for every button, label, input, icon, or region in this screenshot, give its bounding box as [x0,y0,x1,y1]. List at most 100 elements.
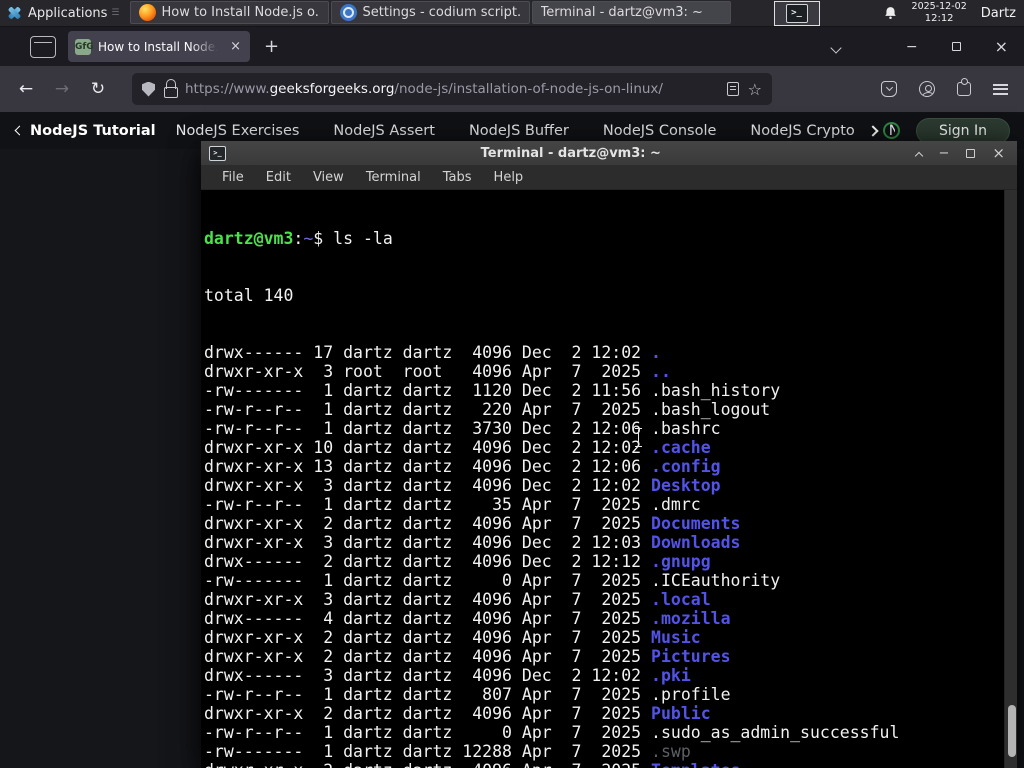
site-favicon: GfG [75,38,94,55]
terminal-launcher-icon: >_ [785,3,808,23]
shade-button[interactable] [914,144,923,163]
bookmark-star-icon[interactable]: ☆ [748,80,762,99]
ls-filename: .cache [651,438,711,457]
ls-row: drwxr-xr-x 2 dartz dartz 4096 Apr 7 2025… [204,704,711,723]
ls-filename: .profile [651,685,731,704]
ls-filename: .bash_logout [651,400,771,419]
site-nav-link[interactable]: NodeJS Crypto [750,123,854,139]
tab-close-icon[interactable]: × [228,39,243,54]
list-all-tabs-icon[interactable] [830,37,842,56]
ls-filename: .bash_history [651,381,781,400]
nav-back-link[interactable]: NodeJS Tutorial [14,123,156,139]
ls-row: drwx------ 4 dartz dartz 4096 Apr 7 2025… [204,609,731,628]
ls-row: drwxr-xr-x 2 dartz dartz 4096 Apr 7 2025… [204,647,731,666]
lock-icon[interactable] [164,79,178,98]
url-bar[interactable]: https://www.geeksforgeeks.org/node-js/in… [132,73,772,105]
url-text[interactable]: https://www.geeksforgeeks.org/node-js/in… [185,81,718,97]
extensions-icon[interactable] [957,78,971,96]
ls-filename: Public [651,704,711,723]
ls-filename: .mozilla [651,609,731,628]
ls-row: -rw-r--r-- 1 dartz dartz 807 Apr 7 2025 … [204,685,731,704]
firefox-view-icon[interactable] [30,35,56,58]
ls-filename: .gnupg [651,552,711,571]
tab-title: How to Install Node.js on [98,39,222,54]
search-icon[interactable] [883,122,900,139]
terminal-title-bar[interactable]: >_ Terminal - dartz@vm3: ~ − × [201,141,1017,165]
clock-time: 12:12 [924,12,954,24]
terminal-menu-terminal[interactable]: Terminal [355,170,432,185]
terminal-minimize-button[interactable]: − [939,147,950,160]
terminal-window: >_ Terminal - dartz@vm3: ~ − × File Edit V… [201,141,1017,768]
forward-button[interactable]: → [46,74,78,104]
account-icon[interactable] [919,81,935,97]
clock-date: 2025-12-02 [911,0,967,12]
maximize-button[interactable] [951,42,961,51]
applications-menu[interactable]: Applications ☰ [0,0,129,26]
site-nav-link[interactable]: NodeJS Assert [333,123,435,139]
ls-filename: Music [651,628,701,647]
applications-menu-label: Applications [28,5,108,21]
total-line: total 140 [204,286,294,305]
ls-filename: . [651,343,661,362]
back-button[interactable]: ← [10,74,42,104]
ls-row: -rw------- 1 dartz dartz 12288 Apr 7 202… [204,742,691,761]
ls-row: drwxr-xr-x 3 dartz dartz 4096 Dec 2 12:0… [204,533,741,552]
browser-tab[interactable]: GfG How to Install Node.js on × [68,31,250,62]
tracking-shield-icon[interactable] [142,81,155,97]
ls-filename: Downloads [651,533,741,552]
ls-filename: .dmrc [651,495,701,514]
site-nav-link[interactable]: NodeJS Buffer [469,123,569,139]
terminal-maximize-button[interactable] [966,148,976,158]
prompt-line: dartz@vm3:~$ ls -la [204,229,393,248]
taskbar-button-settings[interactable]: Settings - codium script... [330,1,530,24]
ls-filename: .ICEauthority [651,571,781,590]
top-panel: Applications ☰ How to Install Node.js o.… [0,0,1024,768]
ls-row: drwxr-xr-x 2 dartz dartz 4096 Apr 7 2025… [204,514,741,533]
sign-in-button[interactable]: Sign In [916,117,1010,144]
system-tray: 2025-12-02 12:12 Dartz [883,0,1024,26]
terminal-body[interactable]: dartz@vm3:~$ ls -la total 140 drwx------… [201,190,1017,768]
terminal-menu-tabs[interactable]: Tabs [432,170,483,185]
ls-filename: .. [651,362,671,381]
minimize-button[interactable]: − [906,39,918,55]
menu-hamburger-icon[interactable] [993,83,1008,95]
ls-filename: Desktop [651,476,721,495]
close-button[interactable]: × [995,38,1008,55]
taskbar-button-terminal[interactable]: >_ Terminal - dartz@vm3: ~ [201,1,1017,768]
terminal-menu-help[interactable]: Help [483,170,535,185]
ls-row: drwxr-xr-x 13 dartz dartz 4096 Dec 2 12:… [204,457,721,476]
terminal-scrollbar[interactable] [1004,190,1017,768]
mouse-cursor [634,428,643,448]
terminal-menu-edit[interactable]: Edit [255,170,302,185]
site-nav-link[interactable]: NodeJS Console [603,123,717,139]
pocket-icon[interactable] [881,81,897,97]
terminal-icon: >_ [209,145,226,161]
site-nav-link[interactable]: NodeJS Exercises [176,123,300,139]
taskbar-button-firefox[interactable]: How to Install Node.js o... [129,1,329,24]
terminal-menu-file[interactable]: File [211,170,255,185]
window-controls: − × [906,38,1008,55]
taskbar-button-label: How to Install Node.js o... [161,5,320,20]
settings-icon [339,4,357,21]
taskbar: How to Install Node.js o... Settings - co… [129,0,1017,768]
reload-button[interactable]: ↻ [82,74,114,104]
nav-scroll-right[interactable] [867,123,879,139]
user-menu[interactable]: Dartz [981,6,1016,21]
terminal-close-button[interactable]: × [992,145,1005,161]
ls-row: drwxr-xr-x 3 dartz dartz 4096 Apr 7 2025… [204,590,711,609]
terminal-menu-view[interactable]: View [302,170,355,185]
taskbar-button-label: Settings - codium script... [362,5,521,20]
new-tab-button[interactable]: + [264,36,279,57]
panel-clock[interactable]: 2025-12-02 12:12 [911,0,967,24]
reader-mode-icon[interactable] [726,82,739,96]
ls-filename: Templates [651,761,740,768]
ls-row: drwx------ 3 dartz dartz 4096 Dec 2 12:0… [204,666,691,685]
ls-filename: .sudo_as_admin_successful [651,723,900,742]
terminal-scrollbar-thumb[interactable] [1007,705,1016,757]
ls-row: drwxr-xr-x 2 dartz dartz 4096 Apr 7 2025… [204,628,701,647]
ls-row: -rw-r--r-- 1 dartz dartz 35 Apr 7 2025 .… [204,495,701,514]
ls-row: drwxr-xr-x 3 dartz dartz 4096 Dec 2 12:0… [204,476,721,495]
terminal-launcher[interactable]: >_ [773,0,820,26]
notifications-bell-icon[interactable] [883,5,898,21]
terminal-title: Terminal - dartz@vm3: ~ [480,145,661,161]
